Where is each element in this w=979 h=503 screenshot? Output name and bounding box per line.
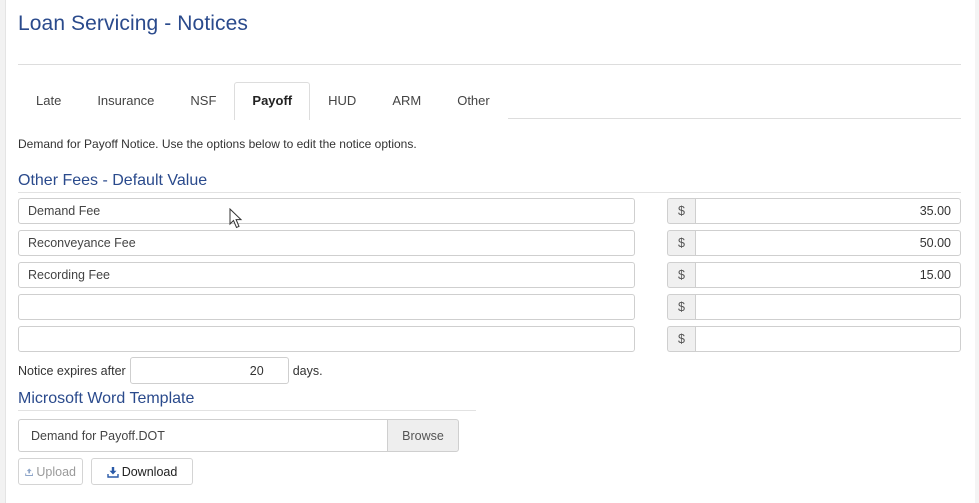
download-button[interactable]: Download — [91, 458, 193, 485]
fee-amount-input-1[interactable] — [695, 198, 961, 224]
title-divider — [18, 64, 961, 65]
tab-other[interactable]: Other — [439, 82, 508, 119]
other-fees-divider — [18, 192, 961, 193]
fee-amount-input-5[interactable] — [695, 326, 961, 352]
upload-button[interactable]: Upload — [18, 458, 83, 485]
word-template-heading: Microsoft Word Template — [18, 390, 195, 407]
fee-amount-group-2: $ — [667, 230, 961, 256]
browse-button[interactable]: Browse — [387, 419, 459, 452]
fee-amount-input-3[interactable] — [695, 262, 961, 288]
expiry-days-input[interactable] — [129, 357, 289, 384]
currency-addon: $ — [667, 262, 695, 288]
tab-insurance[interactable]: Insurance — [79, 82, 173, 119]
word-template-divider — [18, 410, 476, 411]
fee-name-input-3[interactable] — [18, 262, 635, 288]
expiry-prefix-label: Notice expires after — [18, 363, 126, 378]
fee-amount-group-3: $ — [667, 262, 961, 288]
mouse-pointer-icon — [229, 208, 243, 229]
tab-payoff[interactable]: Payoff — [234, 82, 311, 120]
fee-name-input-5[interactable] — [18, 326, 635, 352]
notice-expiry-row: Notice expires after days. — [18, 357, 323, 384]
tab-nsf[interactable]: NSF — [172, 82, 235, 119]
fee-amount-group-5: $ — [667, 326, 961, 352]
template-file-field[interactable] — [18, 419, 387, 452]
tab-arm[interactable]: ARM — [374, 82, 440, 119]
expiry-suffix-label: days. — [292, 363, 323, 378]
template-file-group: Browse — [18, 419, 459, 452]
other-fees-heading: Other Fees - Default Value — [18, 172, 208, 189]
right-scrollbar-track[interactable] — [975, 0, 979, 503]
page-title: Loan Servicing - Notices — [18, 12, 249, 35]
fee-name-input-1[interactable] — [18, 198, 635, 224]
fee-amount-group-1: $ — [667, 198, 961, 224]
left-frame-edge — [0, 0, 6, 503]
download-icon — [107, 466, 119, 478]
currency-addon: $ — [667, 198, 695, 224]
fee-name-input-4[interactable] — [18, 294, 635, 320]
currency-addon: $ — [667, 326, 695, 352]
tab-hud[interactable]: HUD — [310, 82, 375, 119]
tab-late[interactable]: Late — [18, 82, 80, 119]
currency-addon: $ — [667, 294, 695, 320]
upload-icon — [25, 468, 34, 476]
notice-description: Demand for Payoff Notice. Use the option… — [18, 137, 417, 151]
notice-tabs: Late Insurance NSF Payoff HUD ARM Other — [18, 82, 961, 120]
fee-amount-group-4: $ — [667, 294, 961, 320]
fee-amount-input-4[interactable] — [695, 294, 961, 320]
fee-amount-input-2[interactable] — [695, 230, 961, 256]
currency-addon: $ — [667, 230, 695, 256]
fee-name-input-2[interactable] — [18, 230, 635, 256]
upload-label: Upload — [36, 464, 76, 479]
download-label: Download — [121, 464, 178, 479]
